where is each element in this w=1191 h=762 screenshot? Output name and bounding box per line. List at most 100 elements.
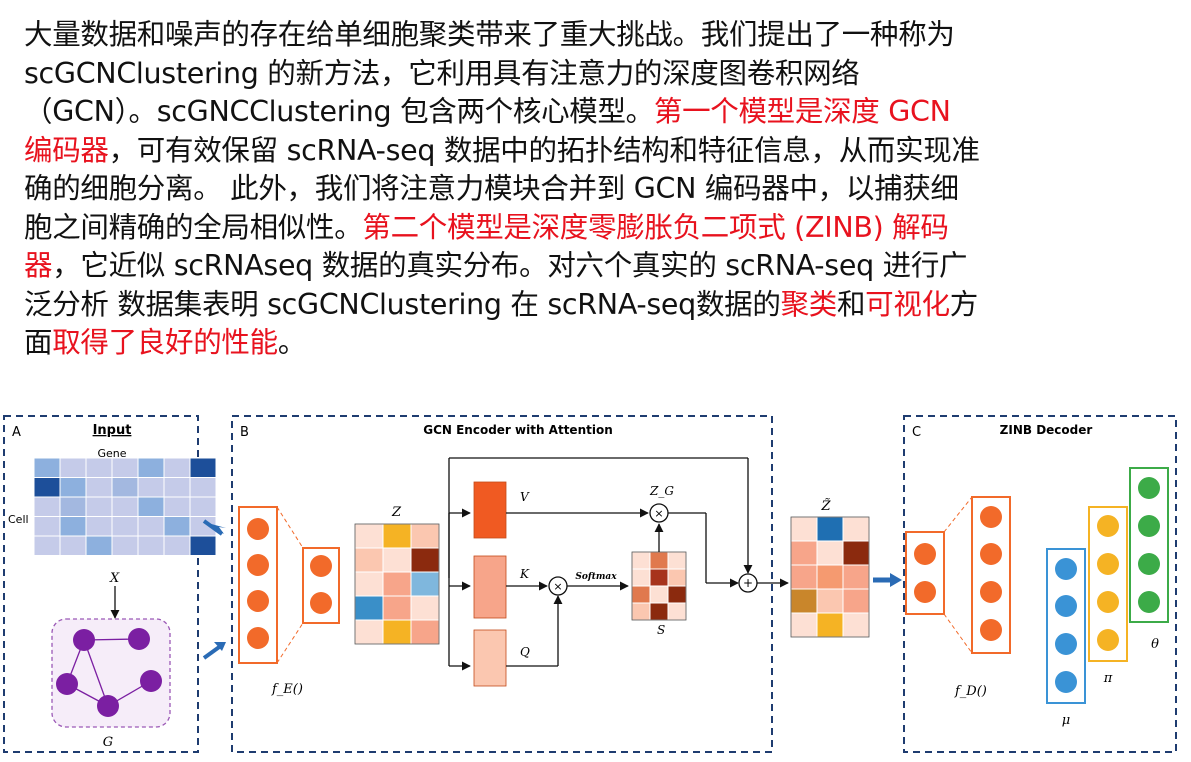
- input-matrix: [33, 457, 217, 556]
- matrix-cell: [85, 496, 113, 517]
- paragraph-line: 泛分析 数据集表明 scGCNClustering 在 scRNA-seq数据的…: [24, 286, 1174, 325]
- paragraph-line: （GCN）。scGNCClustering 包含两个核心模型。第一个模型是深度 …: [24, 93, 1174, 132]
- matrix-cell: [33, 516, 61, 537]
- cell-label: Cell: [8, 513, 29, 526]
- matrix-cell: [111, 496, 139, 517]
- graph-node: [56, 673, 78, 695]
- description-paragraph: 大量数据和噪声的存在给单细胞聚类带来了重大挑战。我们提出了一种称为 scGCNCl…: [24, 16, 1174, 363]
- matrix-cell: [163, 477, 191, 498]
- matrix-cell: [842, 612, 870, 638]
- panel-a-title: Input: [93, 423, 132, 438]
- g-label: G: [103, 735, 113, 750]
- svg-text:×: ×: [553, 580, 562, 593]
- body-text: ，它近似 scRNAseq 数据的真实分布。对六个真实的 scRNA-seq 进…: [52, 249, 968, 282]
- matrix-cell: [816, 564, 844, 590]
- panel-b: B GCN Encoder with Attention f_E() Z V K…: [231, 415, 789, 753]
- highlight-text: 编码器: [24, 133, 109, 167]
- ztilde-label: Z̃: [820, 498, 831, 514]
- softmax-label: Softmax: [575, 572, 617, 582]
- highlight-text: 可视化: [865, 287, 950, 321]
- body-text: ，可有效保留 scRNA-seq 数据中的拓扑结构和特征信息，从而实现准: [108, 133, 980, 167]
- highlight-text: 聚类: [780, 287, 838, 321]
- matrix-cell: [816, 588, 844, 614]
- matrix-cell: [111, 457, 139, 478]
- matrix-cell: [631, 602, 651, 621]
- fe-label: f_E(): [271, 682, 303, 697]
- matrix-cell: [790, 588, 818, 614]
- matrix-cell: [382, 595, 412, 621]
- matrix-cell: [137, 477, 165, 498]
- highlight-text: 第二个模型是深度零膨胀负二项式 (ZINB) 解码: [362, 210, 949, 244]
- matrix-cell: [111, 477, 139, 498]
- matrix-cell: [667, 568, 687, 587]
- paragraph-line: scGCNClustering 的新方法，它利用具有注意力的深度图卷积网络: [24, 55, 1174, 94]
- body-text: 大量数据和噪声的存在给单细胞聚类带来了重大挑战。我们提出了一种称为: [24, 18, 955, 51]
- matrix-cell: [33, 457, 61, 478]
- q-block: [473, 629, 507, 687]
- s-matrix: [631, 551, 687, 621]
- matrix-cell: [649, 568, 669, 587]
- matrix-cell: [137, 496, 165, 517]
- paragraph-line: 胞之间精确的全局相似性。第二个模型是深度零膨胀负二项式 (ZINB) 解码: [24, 209, 1174, 248]
- matrix-cell: [163, 535, 191, 556]
- matrix-cell: [59, 477, 87, 498]
- x-label: X: [109, 571, 120, 586]
- s-label: S: [657, 623, 665, 637]
- body-text: 。: [277, 326, 307, 359]
- panel-a: A Input Gene Cell X G: [3, 415, 217, 753]
- z-label: Z: [391, 505, 402, 520]
- fd-label: f_D(): [954, 684, 987, 699]
- matrix-cell: [410, 571, 440, 597]
- matrix-cell: [382, 547, 412, 573]
- matrix-cell: [842, 564, 870, 590]
- q-label: Q: [520, 645, 530, 659]
- ztilde-matrix: [790, 516, 870, 638]
- matrix-cell: [59, 535, 87, 556]
- panel-c: C ZINB Decoder f_D() μ π θ: [903, 415, 1177, 753]
- k-label: K: [519, 567, 530, 581]
- matrix-cell: [354, 547, 384, 573]
- matrix-cell: [790, 612, 818, 638]
- matrix-cell: [59, 457, 87, 478]
- matrix-cell: [816, 612, 844, 638]
- matrix-cell: [33, 477, 61, 498]
- graph-node: [128, 628, 150, 650]
- graph-node: [140, 670, 162, 692]
- matrix-cell: [354, 523, 384, 549]
- body-text: 胞之间精确的全局相似性。: [24, 210, 363, 244]
- matrix-cell: [790, 516, 818, 542]
- matrix-cell: [59, 516, 87, 537]
- matrix-cell: [382, 571, 412, 597]
- paragraph-line: 器，它近似 scRNAseq 数据的真实分布。对六个真实的 scRNA-seq …: [24, 247, 1174, 286]
- panel-c-letter: C: [912, 425, 921, 440]
- matrix-cell: [410, 523, 440, 549]
- matrix-cell: [410, 619, 440, 645]
- body-text: 泛分析 数据集表明 scGCNClustering 在 scRNA-seq数据的: [24, 287, 781, 321]
- matrix-cell: [790, 540, 818, 566]
- pi-label: π: [1103, 671, 1113, 686]
- paragraph-line: 编码器，可有效保留 scRNA-seq 数据中的拓扑结构和特征信息，从而实现准: [24, 132, 1174, 171]
- matrix-cell: [631, 551, 651, 570]
- matrix-cell: [111, 535, 139, 556]
- body-text: 确的细胞分离。 此外，我们将注意力模块合并到 GCN 编码器中，以捕获细: [24, 172, 959, 205]
- paragraph-line: 大量数据和噪声的存在给单细胞聚类带来了重大挑战。我们提出了一种称为: [24, 16, 1174, 55]
- body-text: （GCN）。scGNCClustering 包含两个核心模型。: [24, 95, 654, 128]
- matrix-cell: [163, 516, 191, 537]
- panel-c-title: ZINB Decoder: [1000, 423, 1093, 437]
- panel-b-title: GCN Encoder with Attention: [423, 423, 613, 437]
- matrix-cell: [163, 496, 191, 517]
- body-text: 和: [836, 287, 866, 321]
- matrix-cell: [410, 547, 440, 573]
- highlight-text: 第一个模型是深度 GCN: [653, 95, 951, 128]
- matrix-cell: [354, 619, 384, 645]
- svg-text:+: +: [743, 576, 753, 590]
- graph-node: [73, 629, 95, 651]
- matrix-cell: [189, 535, 217, 556]
- body-text: 面: [24, 326, 53, 359]
- matrix-cell: [354, 571, 384, 597]
- architecture-diagram: A Input Gene Cell X G B GCN Encoder with…: [3, 415, 1177, 753]
- matrix-cell: [382, 523, 412, 549]
- svg-text:×: ×: [654, 507, 663, 520]
- matrix-cell: [382, 619, 412, 645]
- graph-node: [97, 695, 119, 717]
